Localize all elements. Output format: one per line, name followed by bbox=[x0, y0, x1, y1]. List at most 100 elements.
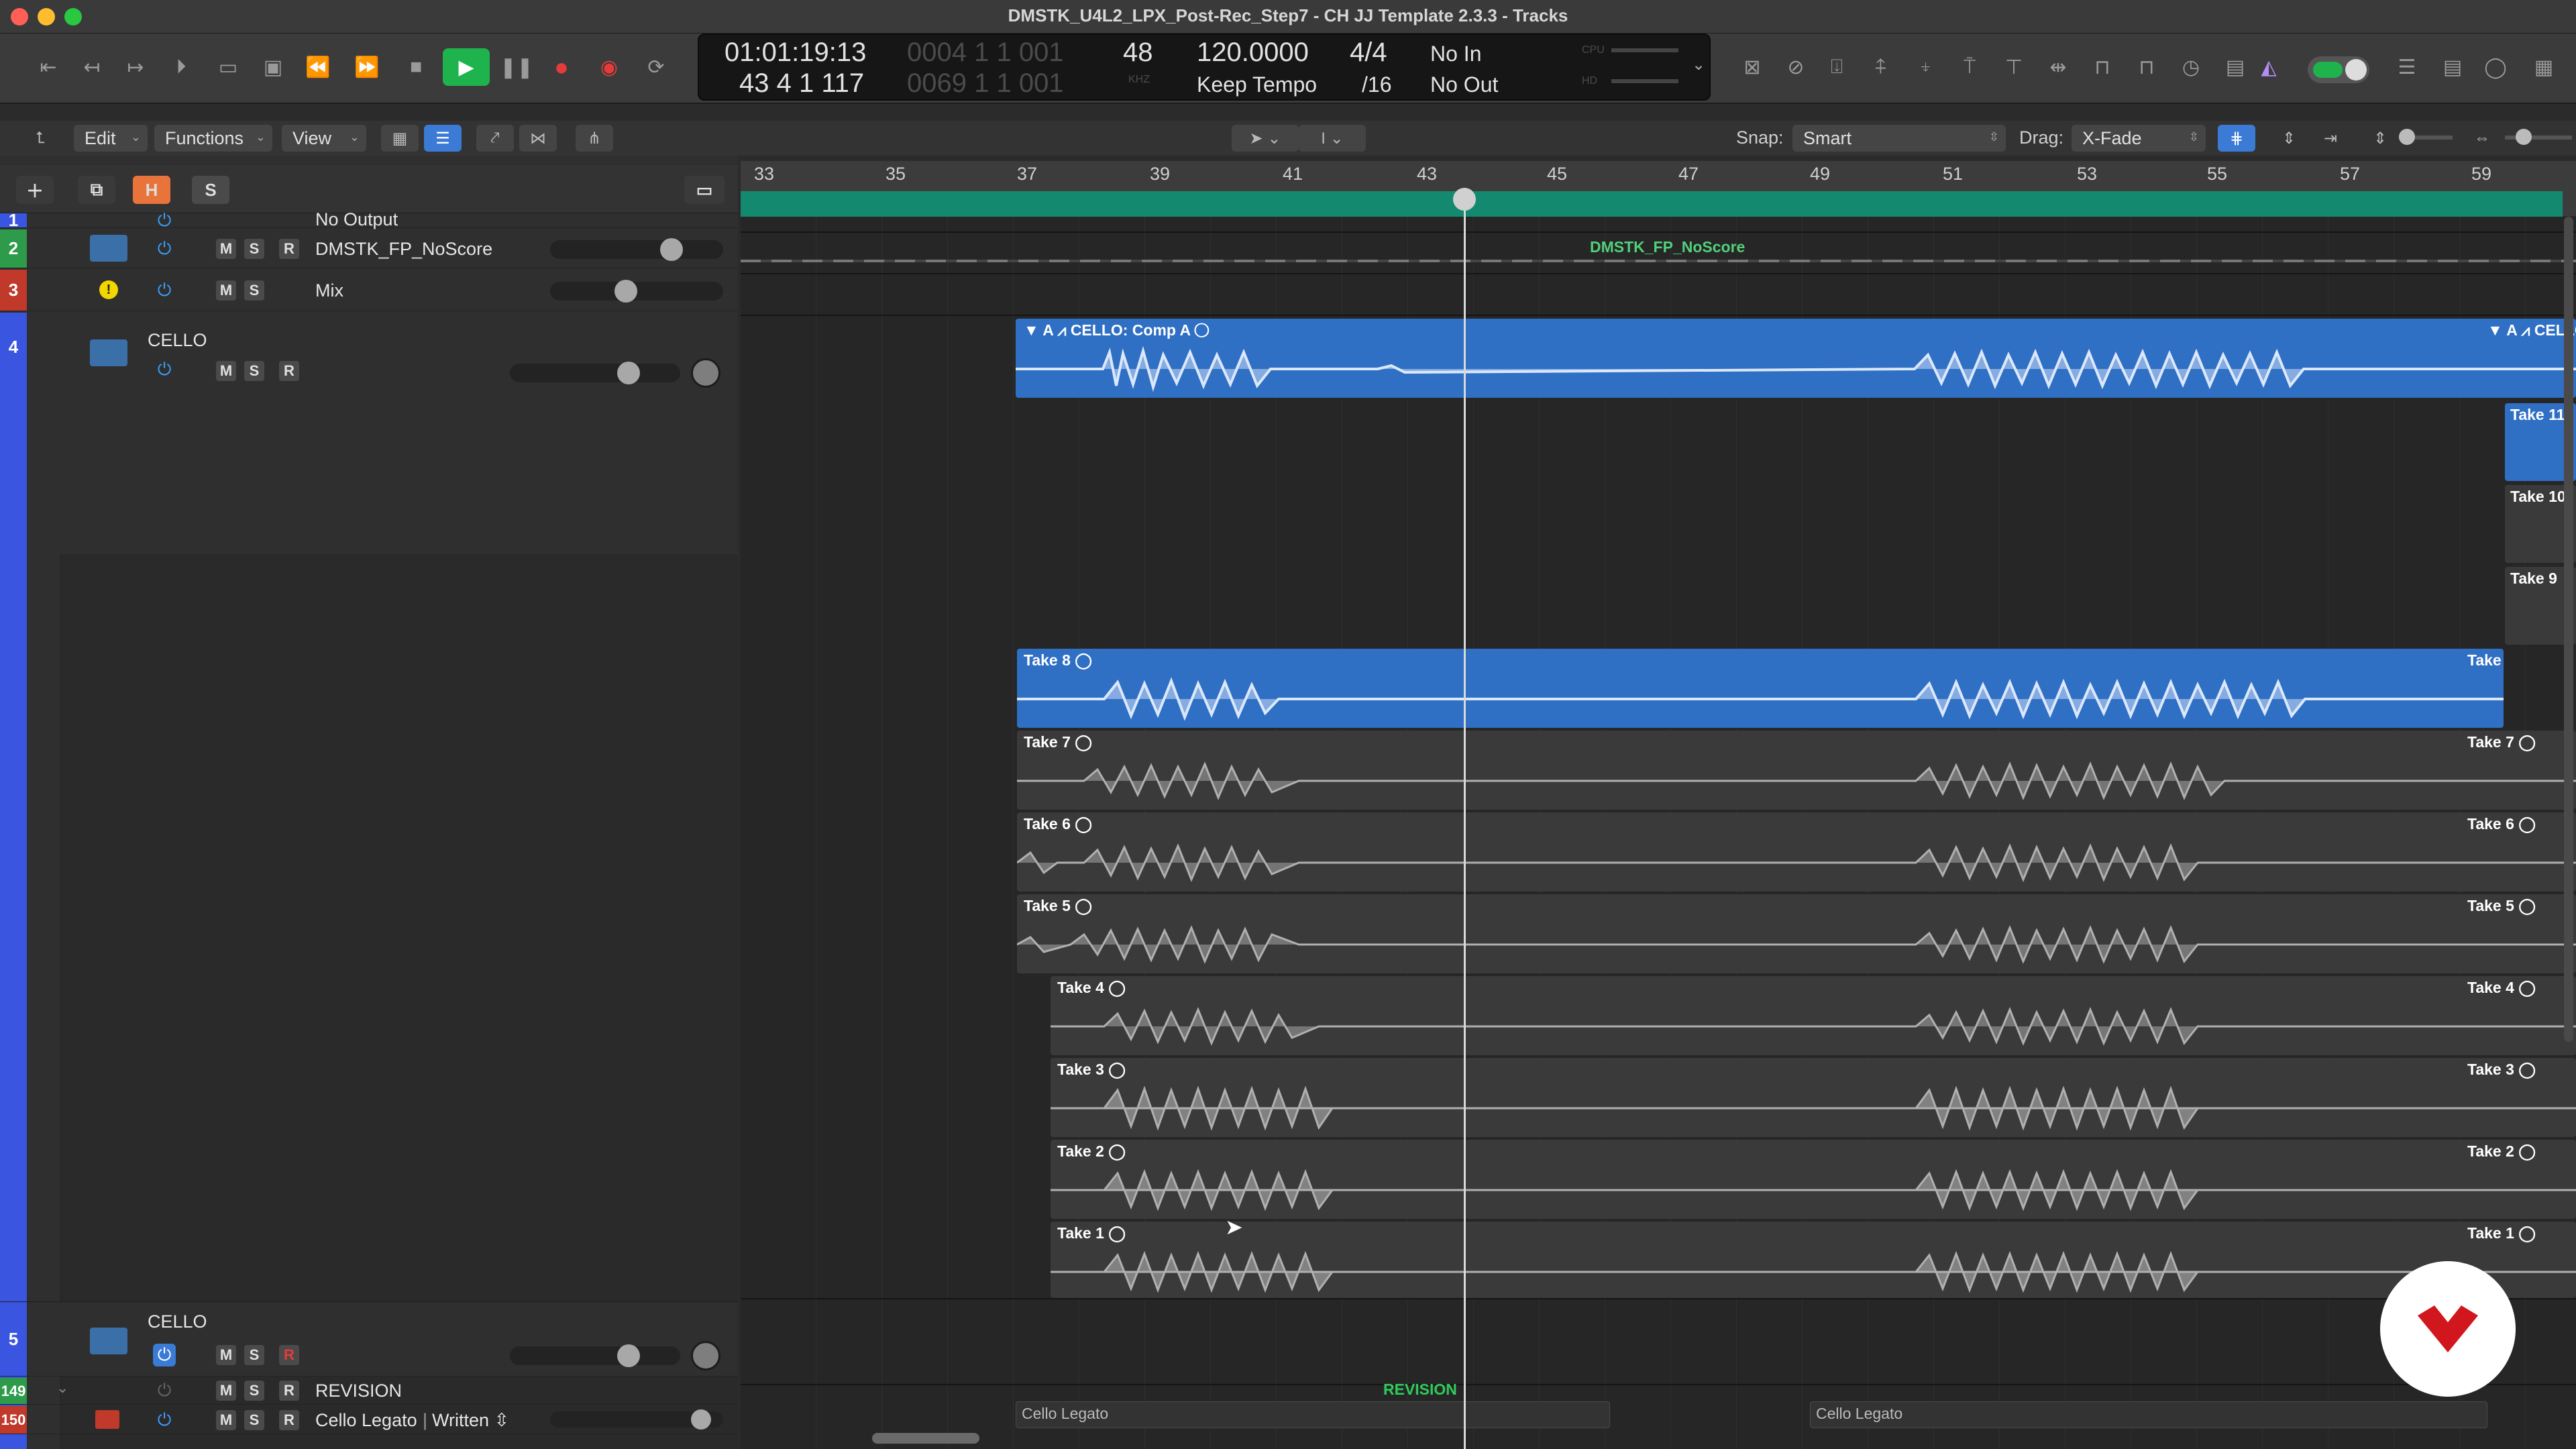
take-region-8[interactable]: Take 8 ◯ Take 8 ◯ bbox=[1017, 649, 2504, 728]
drag-select[interactable]: X-Fade ⇳ bbox=[2072, 125, 2206, 152]
vertical-zoom-slider-icon[interactable]: ⇕ bbox=[2361, 125, 2399, 152]
low-latency-icon[interactable]: ⊠ bbox=[1737, 52, 1767, 82]
take-region-2[interactable]: Take 2 ◯ Take 2 ◯ bbox=[1051, 1140, 2576, 1219]
add-track-button[interactable]: ＋ bbox=[16, 176, 54, 204]
mute-button[interactable]: M bbox=[216, 1381, 236, 1401]
record-enable-button[interactable]: R bbox=[279, 1410, 299, 1430]
take-region-3[interactable]: Take 3 ◯ Take 3 ◯ bbox=[1051, 1058, 2576, 1137]
volume-knob[interactable] bbox=[617, 1344, 640, 1367]
track-row-150[interactable]: 150 ⏻ M S R Cello Legato | Written ⇳ bbox=[0, 1406, 738, 1434]
flex-icon[interactable]: ⋈ bbox=[519, 125, 557, 152]
loop-icon[interactable]: ◯ bbox=[2481, 52, 2510, 82]
note-pads-icon[interactable]: ▤ bbox=[2438, 52, 2467, 82]
solo-button[interactable]: S bbox=[244, 1410, 264, 1430]
record-enable-button[interactable]: R bbox=[279, 1381, 299, 1401]
volume-knob[interactable] bbox=[614, 280, 637, 303]
mute-button[interactable]: M bbox=[216, 1410, 236, 1430]
time-signature[interactable]: 4/4 bbox=[1350, 38, 1387, 68]
volume-slider[interactable] bbox=[550, 280, 723, 303]
smart-tempo-icon[interactable]: ◭ bbox=[2254, 52, 2284, 82]
volume-knob[interactable] bbox=[617, 362, 640, 384]
volume-slider[interactable] bbox=[510, 362, 680, 384]
pan-knob[interactable] bbox=[691, 1341, 720, 1371]
take-region-1[interactable]: Take 1 ◯ Take 1 ◯ bbox=[1051, 1222, 2576, 1298]
mute-button[interactable]: M bbox=[216, 239, 236, 259]
list-view-icon[interactable]: ☰ bbox=[424, 125, 462, 152]
metronome-icon[interactable]: ⍗ bbox=[1822, 52, 1851, 82]
rewind-icon[interactable]: ⏪ bbox=[303, 52, 333, 82]
solo-button[interactable]: S bbox=[244, 361, 264, 381]
revision-marker[interactable]: REVISION bbox=[1383, 1381, 1457, 1399]
solo-button[interactable]: S bbox=[244, 280, 264, 301]
disclosure-icon[interactable]: ⌄ bbox=[56, 1379, 68, 1397]
power-icon[interactable]: ⏻ bbox=[153, 279, 176, 302]
edit-menu[interactable]: Edit ⌄ bbox=[74, 125, 148, 152]
duplicate-track-button[interactable]: ⧉ bbox=[78, 176, 115, 204]
vertical-zoom-slider[interactable] bbox=[2399, 129, 2453, 145]
replace-mode-icon[interactable]: ⊤ bbox=[1999, 52, 2029, 82]
catch-icon[interactable]: ⋔ bbox=[576, 125, 613, 152]
count-in-icon[interactable]: ⊘ bbox=[1781, 52, 1811, 82]
track-row-2[interactable]: 2 ⏻ M S R DMSTK_FP_NoScore bbox=[0, 229, 738, 268]
replace-record-icon[interactable]: ◉ bbox=[594, 52, 624, 82]
horizontal-zoom-slider[interactable] bbox=[2505, 129, 2572, 145]
play-from-selection-icon[interactable]: ⏵ bbox=[166, 52, 196, 82]
playhead-handle[interactable] bbox=[1453, 188, 1476, 211]
cycle-icon[interactable]: ⟳ bbox=[641, 52, 671, 82]
division[interactable]: /16 bbox=[1362, 72, 1391, 97]
horizontal-zoom-slider-icon[interactable]: ⇔ bbox=[2463, 125, 2501, 152]
replace-icon[interactable]: ▣ bbox=[258, 52, 288, 82]
waveform-zoom-icon[interactable]: ⋕ bbox=[2218, 125, 2255, 152]
loop-browser-icon[interactable]: ⊓ bbox=[2088, 52, 2117, 82]
take-region-5[interactable]: Take 5 ◯ Take 5 ◯ bbox=[1017, 894, 2576, 973]
nudge-right-icon[interactable]: ↦ bbox=[121, 52, 150, 82]
nudge-left-icon[interactable]: ↤ bbox=[77, 52, 107, 82]
tuner-icon[interactable]: ⍏ bbox=[1866, 52, 1896, 82]
fit-icon[interactable]: ⇥ bbox=[2312, 125, 2349, 152]
midi-region[interactable]: Cello Legato bbox=[1016, 1401, 1610, 1428]
power-icon[interactable]: ⏻ bbox=[153, 1344, 176, 1366]
midi-region[interactable]: Cello Legato bbox=[1810, 1401, 2487, 1428]
tempo-mode[interactable]: Keep Tempo bbox=[1197, 72, 1317, 97]
take-region-7[interactable]: Take 7 ◯ Take 7 ◯ bbox=[1017, 731, 2576, 810]
fast-forward-icon[interactable]: ⏩ bbox=[352, 52, 382, 82]
play-button[interactable]: ▶ bbox=[443, 48, 490, 86]
power-icon[interactable]: ⏻ bbox=[153, 1379, 176, 1402]
power-icon[interactable]: ⏻ bbox=[153, 209, 176, 232]
functions-menu[interactable]: Functions ⌄ bbox=[154, 125, 272, 152]
pause-icon[interactable]: ❚❚ bbox=[500, 52, 533, 82]
pointer-tool-icon[interactable]: ➤ ⌄ bbox=[1232, 125, 1299, 152]
record-button[interactable]: ● bbox=[547, 52, 576, 82]
comp-region[interactable]: ▼ A ⩘ CELLO: Comp A ◯ ▼ A ⩘ CELLO: Comp bbox=[1016, 319, 2576, 398]
list-editors-icon[interactable]: ☰ bbox=[2392, 52, 2422, 82]
horizontal-zoom-knob[interactable] bbox=[2516, 129, 2532, 145]
hide-button[interactable]: H bbox=[133, 176, 170, 204]
solo-icon[interactable]: ⍖ bbox=[1911, 52, 1940, 82]
automation-icon[interactable]: ⤤ bbox=[476, 125, 514, 152]
track-header-view-icon[interactable]: ▭ bbox=[684, 176, 724, 204]
dmstk-region[interactable]: DMSTK_FP_NoScore bbox=[741, 235, 2576, 272]
volume-slider[interactable] bbox=[550, 238, 723, 261]
track-row-4[interactable]: 4 CELLO ⏻ M S R bbox=[0, 313, 738, 1449]
snap-select[interactable]: Smart ⇳ bbox=[1792, 125, 2006, 152]
track-row-1[interactable]: 1 ⏻ No Output bbox=[0, 209, 738, 230]
volume-slider[interactable] bbox=[550, 1409, 723, 1430]
track-row-3[interactable]: 3 ! ⏻ M S Mix bbox=[0, 270, 738, 311]
toggle-switch[interactable] bbox=[2308, 56, 2369, 83]
back-arrow-icon[interactable]: ⮤ bbox=[20, 125, 60, 152]
solo-global-button[interactable]: S bbox=[192, 176, 229, 204]
cycle-area[interactable] bbox=[741, 191, 2563, 217]
stop-icon[interactable]: ■ bbox=[401, 52, 431, 82]
take-region-6[interactable]: Take 6 ◯ Take 6 ◯ bbox=[1017, 812, 2576, 892]
volume-knob[interactable] bbox=[691, 1409, 711, 1430]
view-menu[interactable]: View ⌄ bbox=[282, 125, 366, 152]
mute-button[interactable]: M bbox=[216, 280, 236, 301]
power-icon[interactable]: ⏻ bbox=[153, 358, 176, 381]
record-enable-button[interactable]: R bbox=[279, 1345, 299, 1365]
apple-loops-icon[interactable]: ⊓ bbox=[2132, 52, 2161, 82]
volume-knob[interactable] bbox=[660, 238, 683, 261]
history-icon[interactable]: ◷ bbox=[2176, 52, 2206, 82]
take-region-4[interactable]: Take 4 ◯ Take 4 ◯ bbox=[1051, 976, 2576, 1055]
go-to-start-icon[interactable]: ⇤ bbox=[34, 52, 63, 82]
power-icon[interactable]: ⏻ bbox=[153, 1409, 176, 1432]
